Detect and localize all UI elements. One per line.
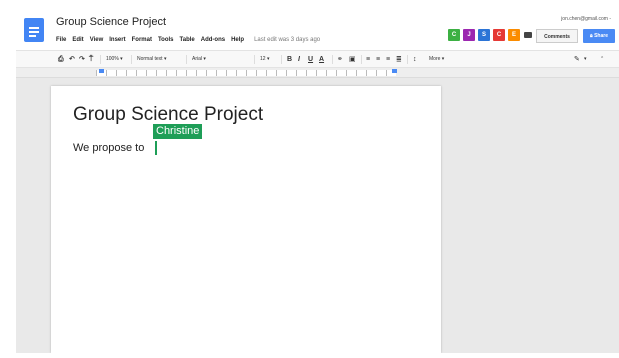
app-window: Group Science Project File Edit View Ins… [16, 10, 619, 353]
share-button[interactable]: 🔒︎ Share [583, 29, 615, 43]
chat-icon[interactable] [524, 32, 532, 38]
menu-addons[interactable]: Add-ons [201, 37, 225, 43]
collapse-icon[interactable]: ⌃ [600, 54, 604, 65]
menu-edit[interactable]: Edit [72, 37, 83, 43]
menu-bar: File Edit View Insert Format Tools Table… [56, 34, 320, 46]
document-page[interactable]: Group Science Project Christine We propo… [51, 86, 441, 353]
share-label: Share [594, 33, 608, 39]
chevron-down-icon[interactable]: ▾ [584, 54, 587, 65]
toolbar-divider [407, 55, 408, 64]
font-size-value: 12 [260, 56, 266, 62]
account-email[interactable]: jon.chen@gmail.com - [561, 16, 611, 22]
text-color-icon[interactable]: A [319, 54, 324, 65]
menu-tools[interactable]: Tools [158, 37, 174, 43]
document-heading[interactable]: Group Science Project [73, 104, 263, 126]
menu-file[interactable]: File [56, 37, 66, 43]
menu-table[interactable]: Table [180, 37, 195, 43]
collaborator-cursor-label: Christine [153, 124, 203, 139]
ruler [16, 68, 619, 78]
toolbar-divider [100, 55, 101, 64]
menu-view[interactable]: View [90, 37, 104, 43]
menu-help[interactable]: Help [231, 37, 244, 43]
underline-icon[interactable]: U [308, 54, 313, 65]
line-spacing-icon[interactable]: ↕ [413, 54, 417, 65]
pen-icon[interactable]: ✎ [574, 54, 580, 65]
collaborator-avatar[interactable]: E [508, 29, 520, 41]
document-canvas: Group Science Project Christine We propo… [16, 78, 619, 353]
redo-icon[interactable]: ↷ [79, 54, 85, 65]
print-icon[interactable]: ⎙ [58, 54, 64, 65]
undo-icon[interactable]: ↶ [69, 54, 75, 65]
align-right-icon[interactable]: ≡ [386, 54, 390, 65]
toolbar: ⎙ ↶ ↷ ⍑ 100% ▾ Normal text ▾ Arial ▾ 12 … [16, 50, 619, 68]
more-menu[interactable]: More ▾ [429, 54, 444, 65]
justify-icon[interactable]: ≣ [396, 54, 402, 65]
menu-insert[interactable]: Insert [109, 37, 125, 43]
zoom-value: 100% [106, 56, 119, 62]
toolbar-divider [254, 55, 255, 64]
paint-format-icon[interactable]: ⍑ [89, 54, 93, 65]
toolbar-divider [332, 55, 333, 64]
style-select[interactable]: Normal text ▾ [137, 54, 166, 65]
align-center-icon[interactable]: ≡ [376, 54, 380, 65]
collaborator-cursor [155, 141, 157, 155]
ruler-active-area [96, 70, 396, 76]
align-left-icon[interactable]: ≡ [366, 54, 370, 65]
collaborator-avatar[interactable]: J [463, 29, 475, 41]
font-value: Arial [192, 56, 203, 62]
style-value: Normal text [137, 56, 163, 62]
comment-icon[interactable]: ▣ [349, 54, 356, 65]
toolbar-divider [131, 55, 132, 64]
doc-title[interactable]: Group Science Project [56, 16, 166, 28]
italic-icon[interactable]: I [298, 54, 300, 65]
zoom-select[interactable]: 100% ▾ [106, 54, 123, 65]
toolbar-divider [281, 55, 282, 64]
left-indent-marker[interactable] [99, 69, 104, 73]
collaborator-avatar[interactable]: C [448, 29, 460, 41]
document-body-text[interactable]: We propose to [73, 142, 144, 154]
docs-icon[interactable] [24, 18, 44, 42]
toolbar-divider [186, 55, 187, 64]
screenshot-frame: Group Science Project File Edit View Ins… [0, 0, 619, 358]
link-icon[interactable]: ⚭ [337, 54, 343, 65]
last-edit-status[interactable]: Last edit was 3 days ago [254, 37, 320, 43]
bold-icon[interactable]: B [287, 54, 292, 65]
collaborator-avatar[interactable]: S [478, 29, 490, 41]
collaborator-avatar[interactable]: C [493, 29, 505, 41]
font-select[interactable]: Arial ▾ [192, 54, 206, 65]
toolbar-divider [361, 55, 362, 64]
more-label: More [429, 56, 441, 62]
header: Group Science Project File Edit View Ins… [16, 10, 619, 50]
menu-format[interactable]: Format [132, 37, 152, 43]
comments-button[interactable]: Comments [536, 29, 578, 43]
font-size-select[interactable]: 12 ▾ [260, 54, 269, 65]
right-indent-marker[interactable] [392, 69, 397, 73]
